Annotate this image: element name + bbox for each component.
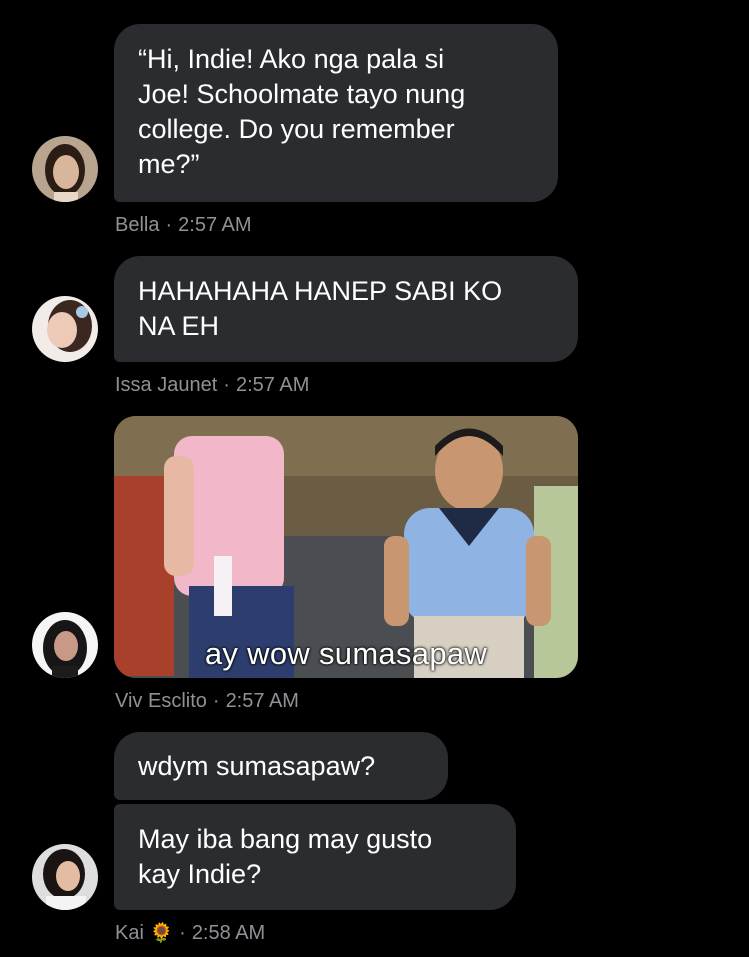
message-bubble-kai-1[interactable]: wdym sumasapaw? [114, 732, 448, 800]
image-message-viv[interactable]: ay wow sumasapaw [114, 416, 578, 678]
timestamp: 2:57 AM [225, 690, 299, 712]
timestamp: 2:57 AM [235, 374, 310, 396]
avatar-issa-image [32, 296, 98, 362]
sender-name: Issa Jaunet [115, 374, 218, 396]
message-meta-kai: Kai 🌻 · 2:58 AM [115, 921, 265, 946]
avatar-bella-image [32, 136, 98, 202]
sender-name: Kai [115, 922, 144, 944]
message-bubble-bella[interactable]: “Hi, Indie! Ako nga pala si Joe! Schoolm… [114, 24, 558, 202]
message-meta-bella: Bella · 2:57 AM [115, 213, 252, 237]
message-meta-viv: Viv Esclito · 2:57 AM [115, 689, 299, 713]
avatar-viv[interactable] [32, 612, 98, 678]
separator: · [179, 922, 186, 944]
sender-name: Viv Esclito [115, 690, 207, 712]
avatar-viv-image [32, 612, 98, 678]
avatar-kai-image [32, 844, 98, 910]
message-bubble-kai-2[interactable]: May iba bang may gusto kay Indie? [114, 804, 516, 910]
avatar-kai[interactable] [32, 844, 98, 910]
separator: · [165, 214, 173, 236]
separator: · [212, 690, 220, 712]
timestamp: 2:57 AM [178, 214, 252, 236]
separator: · [223, 374, 230, 396]
message-bubble-issa[interactable]: HAHAHAHA HANEP SABI KO NA EH [114, 256, 578, 362]
meme-caption: ay wow sumasapaw [204, 636, 488, 671]
avatar-bella[interactable] [32, 136, 98, 202]
timestamp: 2:58 AM [191, 922, 266, 944]
avatar-issa[interactable] [32, 296, 98, 362]
sender-name: Bella [115, 214, 160, 236]
sunflower-emoji: 🌻 [149, 923, 174, 944]
message-meta-issa: Issa Jaunet · 2:57 AM [115, 373, 309, 397]
